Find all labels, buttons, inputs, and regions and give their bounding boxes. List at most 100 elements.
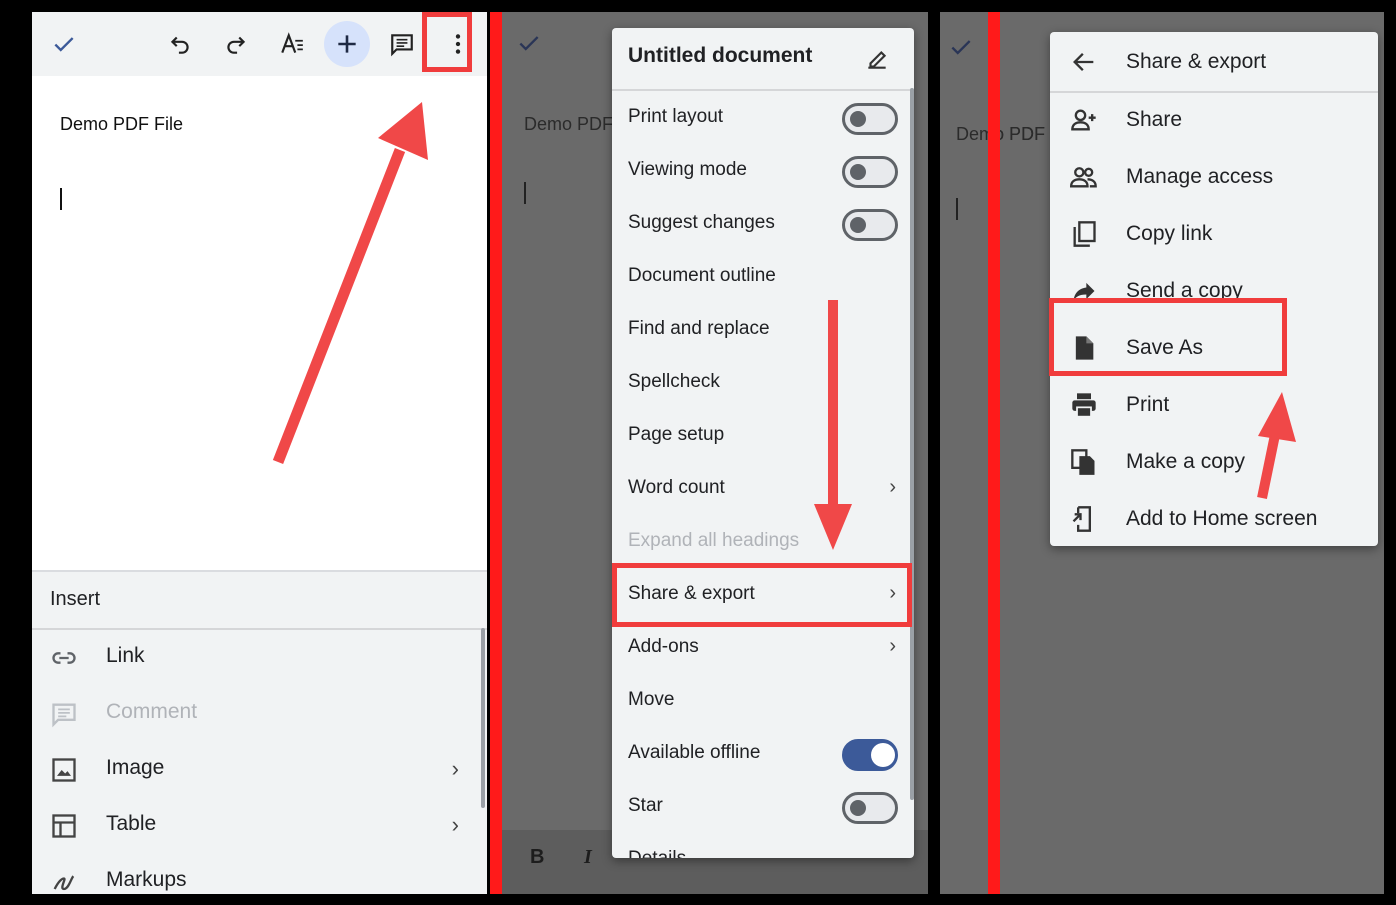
- comment-icon: [52, 703, 76, 728]
- insert-item-table[interactable]: Table ›: [32, 798, 487, 854]
- insert-item-markups[interactable]: Markups: [32, 854, 487, 894]
- copy-icon: [1073, 221, 1096, 247]
- annotation-highlight-more: [422, 12, 472, 72]
- markup-icon: [53, 875, 75, 891]
- comment-icon[interactable]: [382, 24, 422, 64]
- insert-item-label: Comment: [106, 700, 198, 723]
- document-text-panel3: Demo PDF: [956, 124, 1046, 144]
- menu-item-make-copy[interactable]: Make a copy: [1050, 434, 1378, 490]
- image-icon: [52, 758, 76, 782]
- menu-item-print[interactable]: Print: [1050, 377, 1378, 433]
- menu-item-page-setup[interactable]: Page setup: [612, 410, 914, 462]
- menu-item-move[interactable]: Move: [612, 675, 914, 727]
- italic-button[interactable]: I: [584, 846, 592, 869]
- menu-item-word-count[interactable]: Word count ›: [612, 463, 914, 515]
- check-icon: [951, 40, 971, 55]
- undo-icon[interactable]: [160, 24, 200, 64]
- chevron-right-icon: ›: [451, 756, 459, 781]
- insert-item-label: Table: [106, 812, 157, 835]
- duplicate-icon: [1071, 449, 1095, 475]
- menu-item-label: Star: [628, 795, 663, 816]
- table-icon: [52, 814, 76, 838]
- menu-item-viewing-mode[interactable]: Viewing mode: [612, 145, 914, 197]
- document-text: Demo PDF File: [60, 114, 184, 134]
- arrow-back-icon[interactable]: [1070, 48, 1098, 76]
- annotation-arrow: [1257, 392, 1296, 500]
- menu-item-label: Page setup: [628, 424, 725, 445]
- menu-item-label: Viewing mode: [628, 159, 748, 180]
- chevron-right-icon: ›: [451, 812, 459, 837]
- panel-separator: [490, 12, 502, 894]
- check-icon: [519, 36, 539, 51]
- link-icon: [52, 652, 76, 664]
- menu-item-label: Spellcheck: [628, 371, 720, 392]
- share-export-menu: Share & export Share Manage access Copy …: [1050, 32, 1378, 546]
- menu-item-share[interactable]: Share: [1050, 92, 1378, 148]
- insert-sheet: Insert Link Comment Image › Table › Mark…: [32, 570, 487, 894]
- menu-item-label: Find and replace: [628, 318, 770, 339]
- text-cursor: [956, 198, 958, 220]
- insert-item-label: Markups: [106, 868, 187, 891]
- insert-item-link[interactable]: Link: [32, 630, 487, 686]
- chevron-right-icon: ›: [889, 476, 896, 498]
- plus-icon[interactable]: [324, 21, 370, 67]
- insert-sheet-title: Insert: [32, 572, 487, 630]
- menu-item-label: Details: [628, 848, 686, 858]
- menu-item-available-offline[interactable]: Available offline: [612, 728, 914, 780]
- menu-title: Share & export: [1126, 50, 1267, 73]
- menu-item-label: Share: [1126, 108, 1183, 131]
- menu-item-copy-link[interactable]: Copy link: [1050, 206, 1378, 262]
- document-text: Demo PDF: [524, 114, 614, 134]
- print-icon: [1072, 393, 1096, 418]
- menu-item-find-replace[interactable]: Find and replace: [612, 304, 914, 356]
- menu-item-label: Manage access: [1126, 165, 1274, 188]
- check-icon[interactable]: [44, 24, 84, 64]
- insert-item-label: Link: [106, 644, 145, 667]
- annotation-arrow: [814, 300, 852, 550]
- menu-item-label: Available offline: [628, 742, 761, 763]
- editor-toolbar: [32, 12, 487, 76]
- menu-item-label: Suggest changes: [628, 212, 775, 233]
- insert-item-label: Image: [106, 756, 165, 779]
- print-layout-toggle[interactable]: [842, 103, 898, 135]
- menu-item-suggest-changes[interactable]: Suggest changes: [612, 198, 914, 250]
- add-home-icon: [1072, 506, 1091, 532]
- menu-item-add-ons[interactable]: Add-ons ›: [612, 622, 914, 674]
- insert-item-image[interactable]: Image ›: [32, 742, 487, 798]
- menu-item-star[interactable]: Star: [612, 781, 914, 833]
- menu-item-manage-access[interactable]: Manage access: [1050, 149, 1378, 205]
- redo-icon[interactable]: [216, 24, 256, 64]
- menu-item-details[interactable]: Details: [612, 834, 914, 858]
- menu-item-spellcheck[interactable]: Spellcheck: [612, 357, 914, 409]
- viewing-mode-toggle[interactable]: [842, 156, 898, 188]
- menu-header-back[interactable]: Share & export: [1050, 34, 1378, 90]
- insert-item-comment: Comment: [32, 686, 487, 742]
- bold-button[interactable]: B: [530, 846, 544, 869]
- menu-item-print-layout[interactable]: Print layout: [612, 92, 914, 144]
- menu-item-label: Copy link: [1126, 222, 1213, 245]
- chevron-right-icon: ›: [889, 635, 896, 657]
- scrollbar[interactable]: [481, 628, 485, 808]
- menu-document-title: Untitled document: [628, 44, 813, 67]
- scrollbar[interactable]: [910, 88, 914, 800]
- menu-divider: [612, 89, 914, 91]
- menu-item-expand-headings: Expand all headings: [612, 516, 914, 568]
- people-icon: [1070, 167, 1097, 188]
- menu-item-label: Print layout: [628, 106, 724, 127]
- menu-item-add-home[interactable]: Add to Home screen: [1050, 491, 1378, 547]
- menu-item-label: Move: [628, 689, 675, 710]
- star-toggle[interactable]: [842, 792, 898, 824]
- annotation-highlight-save-as: [1049, 298, 1287, 376]
- menu-item-document-outline[interactable]: Document outline: [612, 251, 914, 303]
- available-offline-toggle[interactable]: [842, 739, 898, 771]
- suggest-changes-toggle[interactable]: [842, 209, 898, 241]
- menu-item-label: Add to Home screen: [1126, 507, 1318, 530]
- panel-separator: [988, 12, 1000, 894]
- person-add-icon: [1071, 109, 1096, 131]
- menu-item-label: Add-ons: [628, 636, 699, 657]
- edit-icon[interactable]: [864, 46, 890, 72]
- text-format-icon[interactable]: [272, 24, 312, 64]
- overflow-menu: Untitled document Print layout Viewing m…: [612, 28, 914, 858]
- menu-item-label: Make a copy: [1126, 450, 1246, 473]
- menu-item-label: Document outline: [628, 265, 776, 286]
